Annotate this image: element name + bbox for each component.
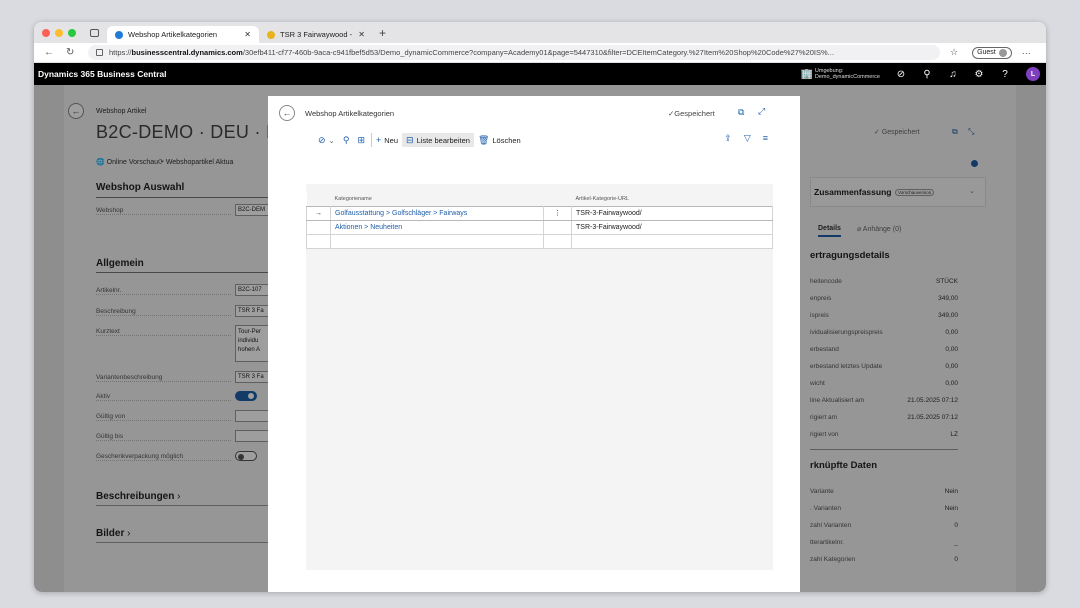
url-domain: businesscentral.dynamics.com [131, 48, 243, 57]
bell-icon[interactable]: ♫ [948, 69, 958, 80]
copilot-icon: ⊘ [318, 134, 326, 145]
view-button[interactable]: ⊞ [353, 133, 369, 147]
environment-value: Demo_dynamicCommerce [814, 74, 880, 80]
window-controls [42, 28, 76, 37]
help-icon[interactable]: ? [1000, 69, 1010, 80]
tab-title: Webshop Artikelkategorien [128, 30, 218, 39]
close-icon[interactable]: ✕ [358, 30, 365, 39]
row-indicator-arrow-icon: → [306, 205, 331, 221]
back-icon[interactable]: ← [44, 47, 56, 58]
new-button[interactable]: + Neu [370, 133, 402, 147]
gear-icon[interactable]: ⚙ [974, 69, 984, 80]
button-label: Neu [384, 135, 399, 145]
table-row[interactable]: → Golfausstattung > Golfschläger > Fairw… [306, 205, 773, 221]
close-window-button[interactable] [42, 28, 50, 37]
lock-icon [96, 49, 103, 56]
row-actions-cell[interactable] [543, 233, 572, 249]
environment-indicator[interactable]: 🏢 Umgebung: Demo_dynamicCommerce [801, 68, 880, 80]
bc-top-bar: Dynamics 365 Business Central 🏢 Umgebung… [34, 63, 1046, 85]
row-selector[interactable] [306, 233, 331, 249]
bc-favicon-icon [115, 30, 123, 39]
open-new-window-icon[interactable]: ⧉ [738, 107, 744, 118]
expand-icon[interactable]: ⤢ [758, 106, 765, 117]
search-icon[interactable]: ⚲ [922, 69, 932, 80]
column-header-url[interactable]: Artikel-Kategorie-URL [571, 192, 773, 206]
bc-favicon-icon [267, 30, 275, 39]
column-header-actions [543, 192, 572, 206]
back-arrow-icon[interactable]: ← [279, 105, 295, 121]
list-view-icon[interactable]: ≡ [763, 133, 768, 144]
search-icon: ⚲ [342, 134, 350, 145]
maximize-window-button[interactable] [68, 28, 76, 37]
saved-label: Gespeichert [674, 109, 715, 118]
guest-label: Guest [977, 49, 996, 56]
row-actions-cell[interactable] [543, 219, 572, 235]
delete-button[interactable]: 🗑 Löschen [474, 133, 525, 147]
app-title[interactable]: Dynamics 365 Business Central [38, 69, 167, 79]
new-tab-button[interactable]: + [379, 26, 386, 40]
url-prefix: https:// [109, 48, 132, 57]
row-selector[interactable] [306, 219, 331, 235]
trash-icon: 🗑 [477, 134, 490, 145]
dialog-title: Webshop Artikelkategorien [305, 109, 395, 118]
table-row[interactable]: Aktionen > Neuheiten TSR-3-Fairwaywood/ [306, 219, 773, 235]
tab-actions-icon[interactable] [90, 28, 99, 37]
column-header-name[interactable]: Kategoriename [330, 192, 544, 206]
tab-tsr3-fairwaywood[interactable]: TSR 3 Fairwaywood - CRONUS ✕ [259, 26, 373, 43]
close-icon[interactable]: ✕ [244, 30, 251, 39]
share-icon[interactable]: ⇪ [724, 133, 732, 144]
button-label: Liste bearbeiten [416, 135, 470, 145]
kategorien-table: Kategoriename Artikel-Kategorie-URL → Go… [306, 192, 773, 249]
minimize-window-button[interactable] [55, 28, 63, 37]
view-icon: ⊞ [357, 134, 365, 145]
row-menu-icon[interactable]: ⋮ [543, 205, 572, 221]
table-row-empty[interactable] [306, 233, 773, 249]
building-icon: 🏢 [800, 68, 814, 80]
webshop-artikelkategorien-dialog: ← Webshop Artikelkategorien ✓Gespeichert… [268, 96, 800, 592]
address-bar-row: ← ↻ https://businesscentral.dynamics.com… [34, 43, 1046, 63]
column-header-select [306, 192, 331, 206]
url-path: /30efb411-cf77-460b-9aca-c941fbef5d53/De… [242, 48, 834, 57]
browser-window: Webshop Artikelkategorien ✕ TSR 3 Fairwa… [34, 22, 1046, 592]
guest-profile-button[interactable]: Guest [972, 46, 1012, 59]
dialog-toolbar: ⊘ ⌄ ⚲ ⊞ + Neu ⊟ Liste bearbeiten 🗑 Löschen ⇪… [314, 133, 774, 147]
plus-icon: + [375, 135, 382, 145]
favorites-icon[interactable]: ☆ [950, 47, 958, 58]
table-header: Kategoriename Artikel-Kategorie-URL [306, 192, 773, 206]
button-label: Löschen [492, 135, 521, 145]
profile-icon [998, 48, 1007, 57]
category-name-cell[interactable] [330, 233, 544, 249]
more-icon[interactable]: ··· [1022, 48, 1031, 58]
tab-webshop-artikelkategorien[interactable]: Webshop Artikelkategorien ✕ [107, 26, 259, 43]
category-name-cell[interactable]: Golfausstattung > Golfschläger > Fairway… [330, 205, 544, 221]
edit-list-icon: ⊟ [406, 134, 414, 145]
category-url-cell[interactable]: TSR-3-Fairwaywood/ [571, 205, 773, 221]
copilot-icon[interactable]: ⊘ [896, 69, 906, 80]
category-url-cell[interactable]: TSR-3-Fairwaywood/ [571, 219, 773, 235]
filter-icon[interactable]: ▽ [744, 133, 751, 144]
category-name-cell[interactable]: Aktionen > Neuheiten [330, 219, 544, 235]
category-url-cell[interactable] [571, 233, 773, 249]
tab-strip: Webshop Artikelkategorien ✕ TSR 3 Fairwa… [34, 22, 1046, 43]
url-field[interactable]: https://businesscentral.dynamics.com/30e… [88, 45, 940, 60]
copilot-menu-button[interactable]: ⊘ ⌄ [314, 133, 339, 147]
tab-title: TSR 3 Fairwaywood - CRONUS [280, 30, 353, 39]
saved-status: ✓Gespeichert [668, 109, 715, 118]
reload-icon[interactable]: ↻ [66, 47, 78, 58]
search-button[interactable]: ⚲ [339, 133, 354, 147]
edit-list-button[interactable]: ⊟ Liste bearbeiten [402, 133, 474, 147]
avatar[interactable]: L [1026, 67, 1040, 81]
